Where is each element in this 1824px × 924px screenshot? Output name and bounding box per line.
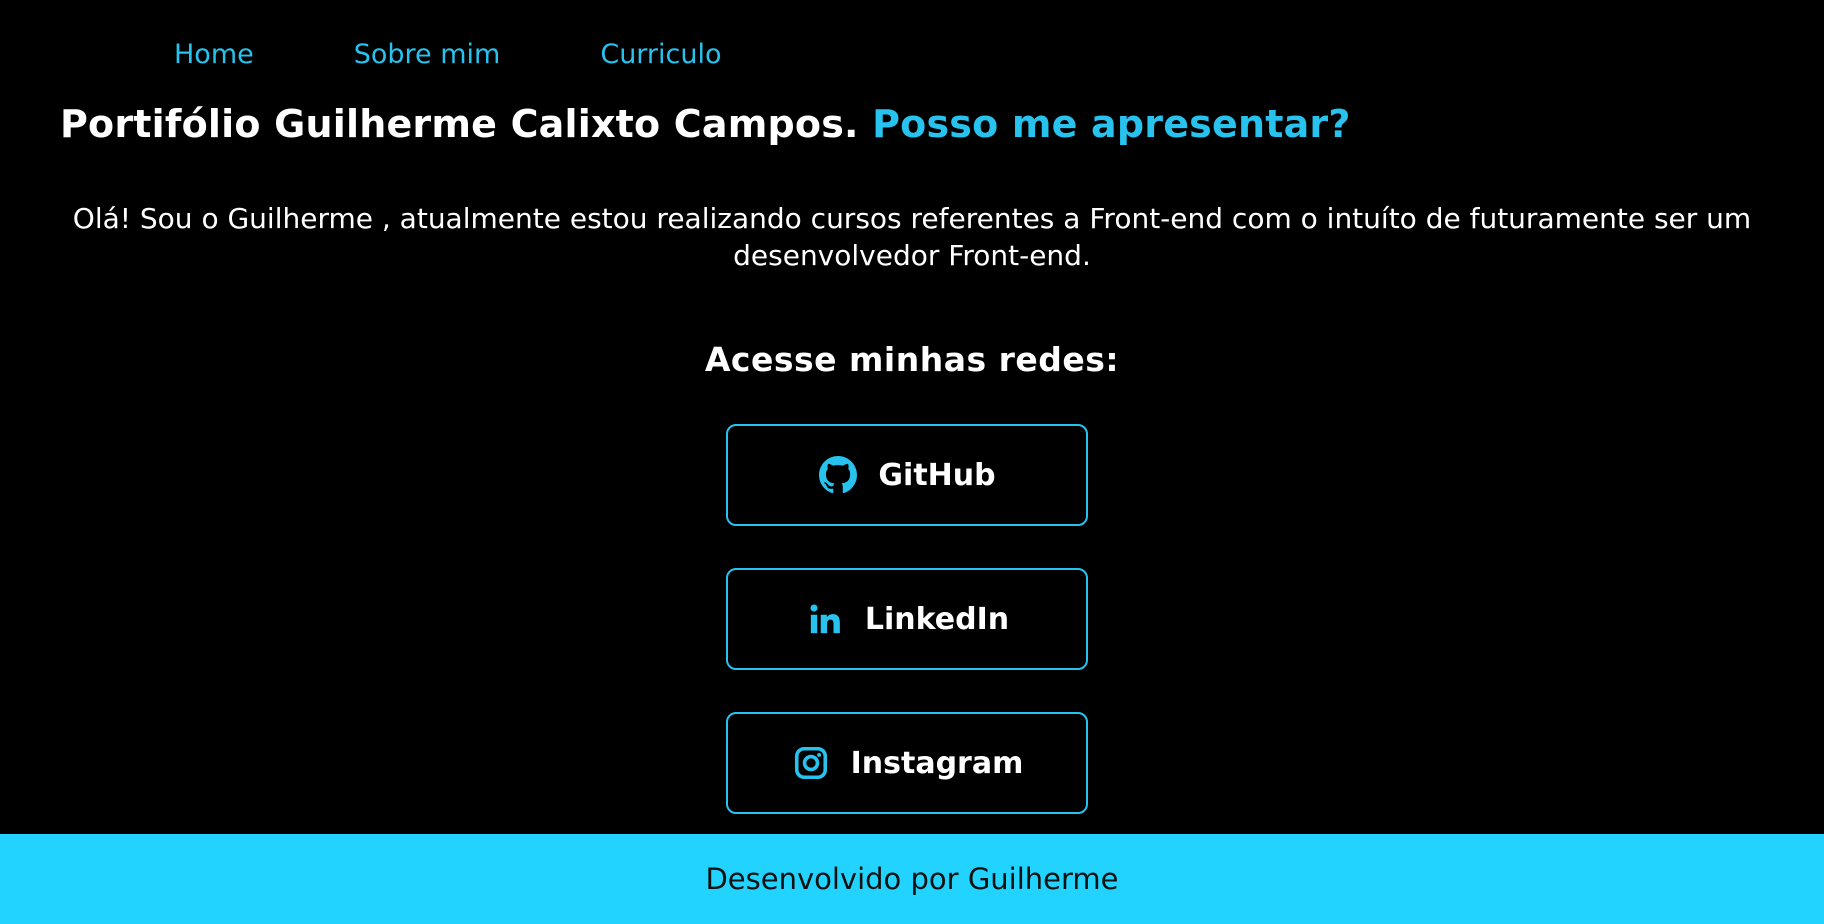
github-button-label: GitHub [878,457,996,493]
footer-text: Desenvolvido por Guilherme [705,862,1119,896]
linkedin-button[interactable]: LinkedIn [726,568,1088,670]
github-button[interactable]: GitHub [726,424,1088,526]
github-icon [818,455,858,495]
title-main: Portifólio Guilherme Calixto Campos. [60,102,859,146]
footer: Desenvolvido por Guilherme [0,834,1824,924]
intro-paragraph: Olá! Sou o Guilherme , atualmente estou … [0,200,1824,274]
page: Home Sobre mim Curriculo Portifólio Guil… [0,0,1824,924]
instagram-button-label: Instagram [850,745,1024,781]
linkedin-icon [805,599,845,639]
nav-home-link[interactable]: Home [174,39,254,70]
linkedin-button-label: LinkedIn [864,601,1010,637]
page-title: Portifólio Guilherme Calixto Campos. Pos… [60,102,1351,146]
networks-heading: Acesse minhas redes: [704,340,1120,379]
main-nav: Home Sobre mim Curriculo [174,36,722,72]
nav-curriculo-link[interactable]: Curriculo [600,39,721,70]
intro-line-1: Olá! Sou o Guilherme , atualmente estou … [72,202,1752,235]
title-accent: Posso me apresentar? [872,102,1351,146]
nav-sobre-mim-link[interactable]: Sobre mim [354,39,501,70]
instagram-button[interactable]: Instagram [726,712,1088,814]
instagram-icon [791,743,831,783]
intro-line-2: desenvolvedor Front-end. [733,239,1091,272]
